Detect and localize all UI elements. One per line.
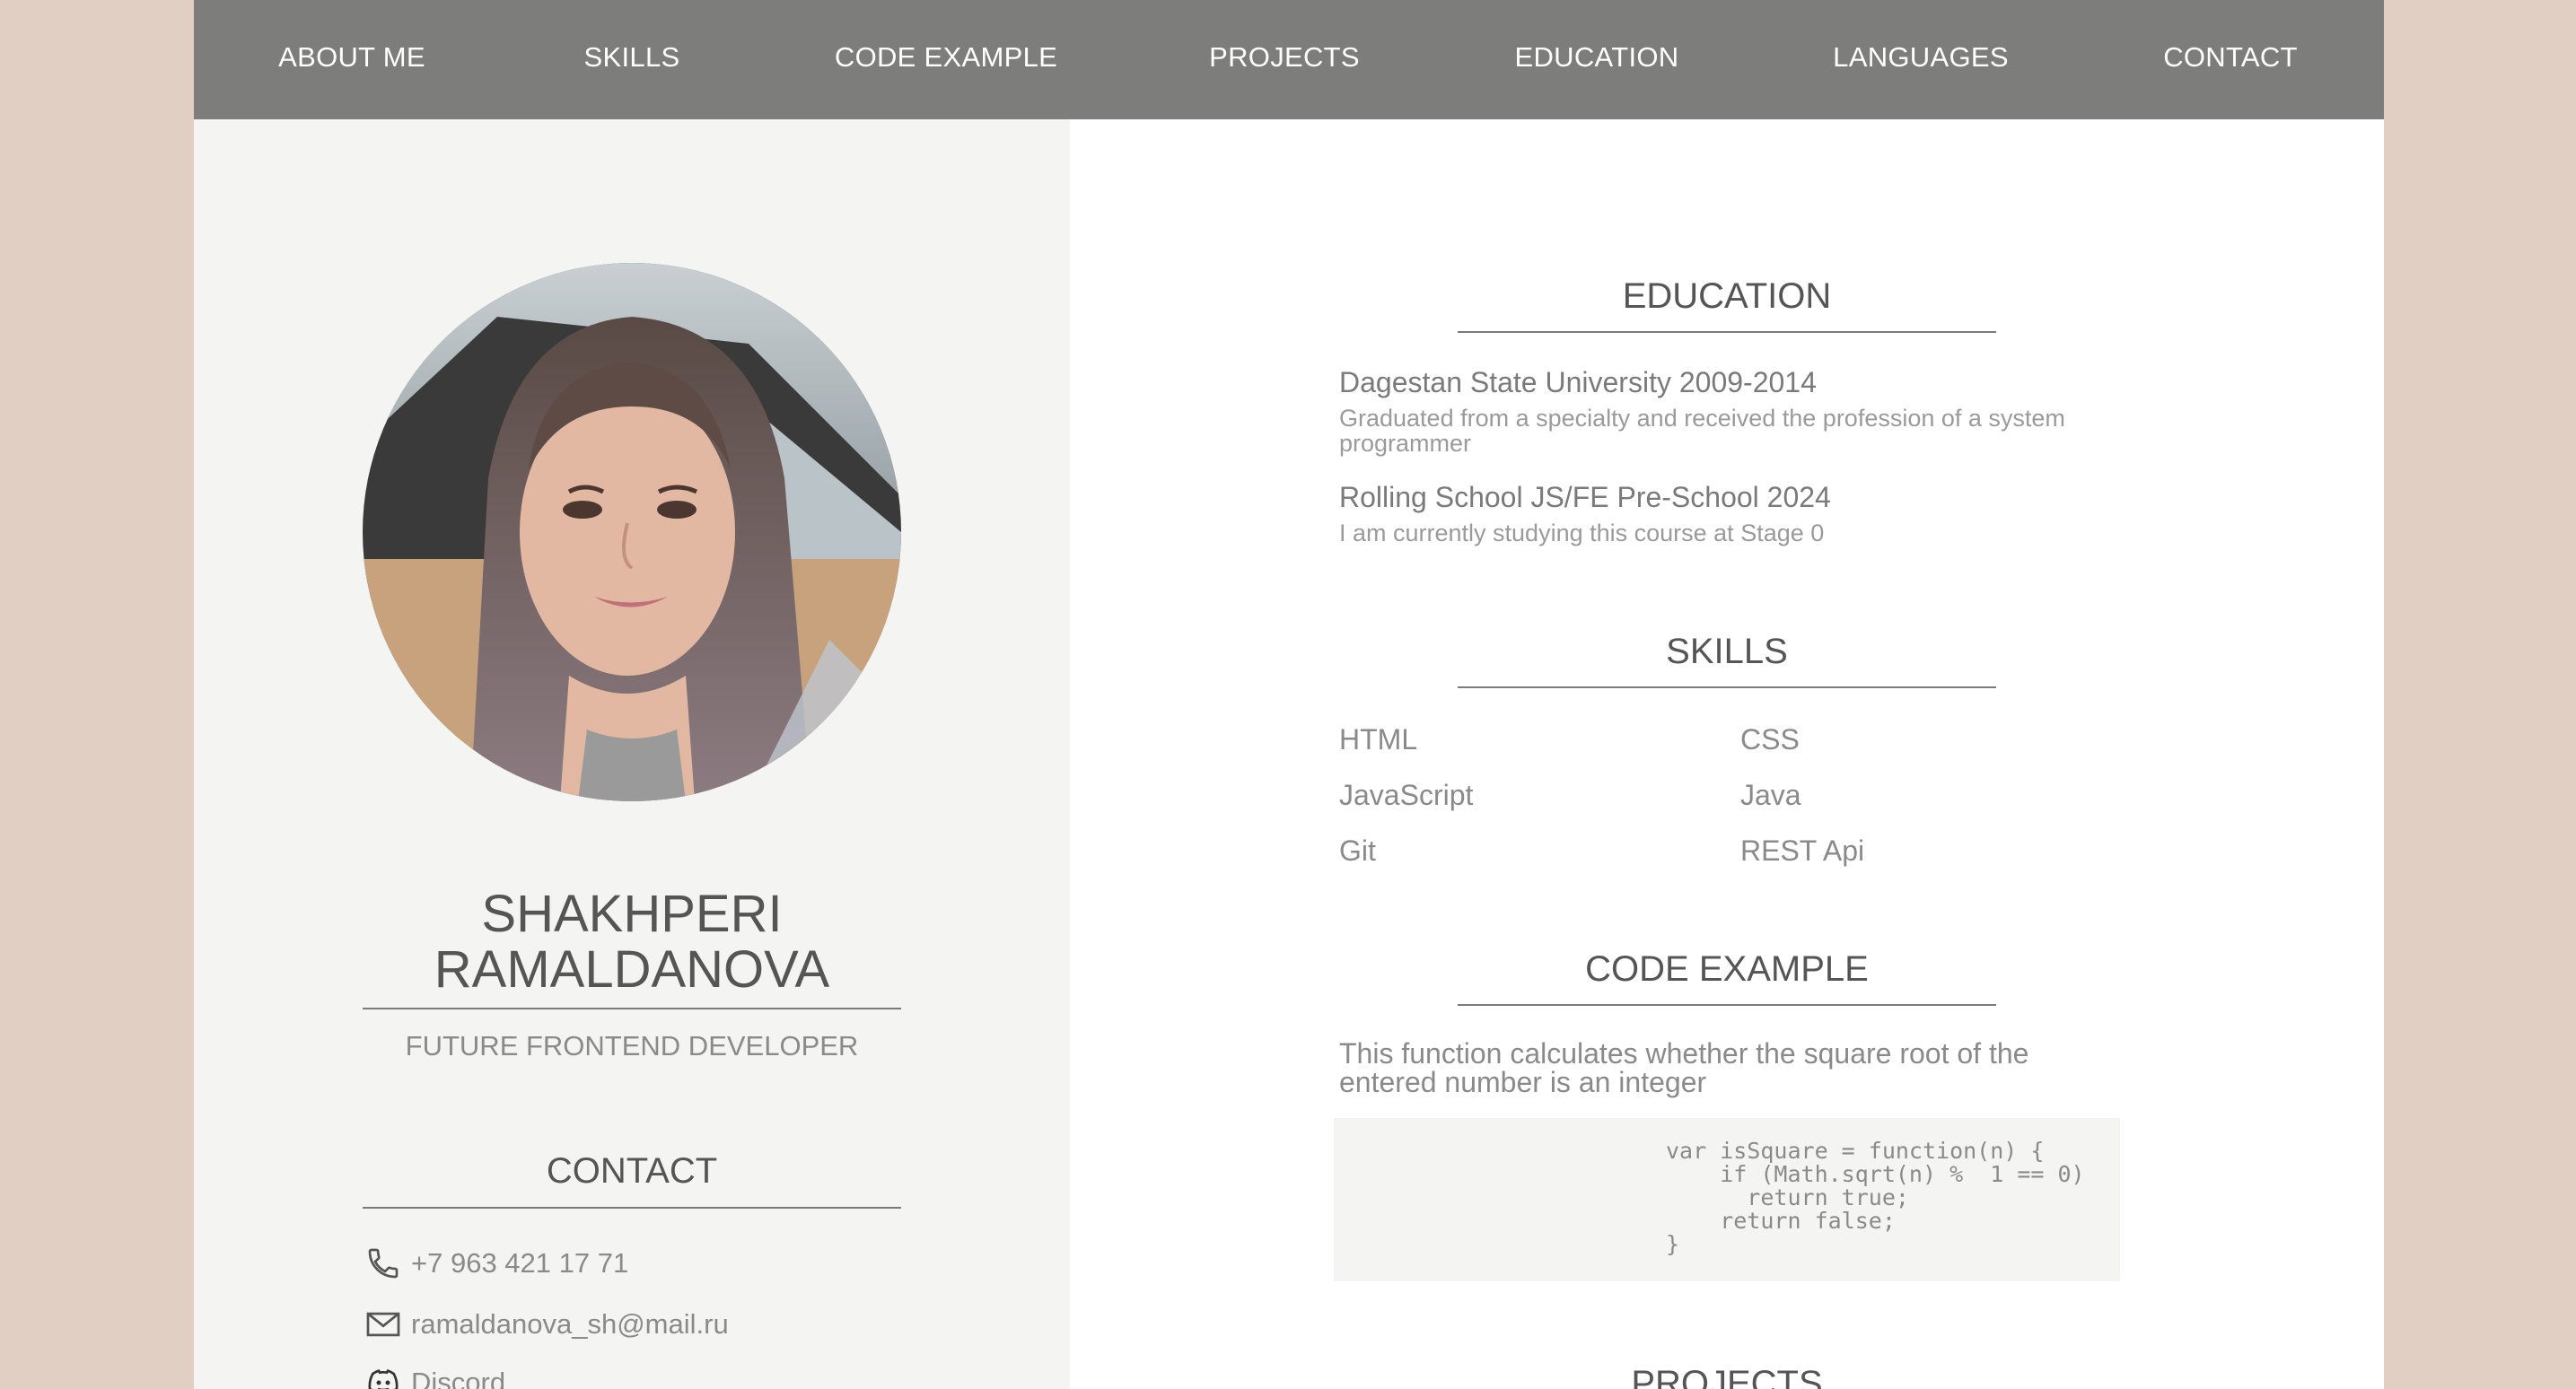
avatar-photo [363, 263, 901, 801]
nav-item-contact[interactable]: CONTACT [2163, 0, 2298, 119]
contact-discord-text: Discord [411, 1367, 506, 1389]
education-item-desc: I am currently studying this course at S… [1339, 520, 1825, 546]
discord-icon [363, 1362, 404, 1389]
profile-name-last: RAMALDANOVA [434, 940, 830, 999]
contact-discord[interactable]: Discord [363, 1360, 505, 1389]
contact-divider [363, 1207, 901, 1209]
nav-item-languages[interactable]: LANGUAGES [1833, 0, 2009, 119]
phone-icon [363, 1243, 404, 1284]
top-nav: ABOUT ME SKILLS CODE EXAMPLE PROJECTS ED… [194, 0, 2384, 119]
profile-sidebar: SHAKHPERI RAMALDANOVA FUTURE FRONTEND DE… [194, 119, 1070, 1389]
nav-item-about-me[interactable]: ABOUT ME [278, 0, 425, 119]
projects-title: PROJECTS [1631, 1364, 1823, 1389]
profile-role: FUTURE FRONTEND DEVELOPER [405, 1030, 859, 1061]
mail-icon [363, 1304, 404, 1345]
nav-item-education[interactable]: EDUCATION [1515, 0, 1679, 119]
contact-phone-text: +7 963 421 17 71 [411, 1247, 629, 1279]
skill-item: Java [1740, 779, 1801, 811]
education-item-title: Dagestan State University 2009-2014 [1339, 366, 1817, 398]
education-item-title: Rolling School JS/FE Pre-School 2024 [1339, 481, 1831, 513]
education-divider [1458, 331, 1996, 333]
profile-name-first: SHAKHPERI [481, 885, 783, 943]
name-divider [363, 1008, 901, 1009]
nav-item-projects[interactable]: PROJECTS [1209, 0, 1360, 119]
nav-item-code-example[interactable]: CODE EXAMPLE [835, 0, 1057, 119]
avatar [363, 263, 901, 801]
skill-item: JavaScript [1339, 779, 1474, 811]
education-title: EDUCATION [1622, 276, 1832, 316]
skills-divider [1458, 686, 1996, 688]
code-example-title: CODE EXAMPLE [1585, 949, 1869, 989]
resume-page: ABOUT ME SKILLS CODE EXAMPLE PROJECTS ED… [194, 0, 2384, 1389]
skills-title: SKILLS [1666, 632, 1788, 671]
code-example-divider [1458, 1004, 1996, 1006]
education-item-desc: Graduated from a specialty and received … [1339, 405, 2065, 457]
contact-phone[interactable]: +7 963 421 17 71 [363, 1241, 628, 1286]
skill-item: CSS [1740, 723, 1800, 756]
skill-item: REST Api [1740, 834, 1865, 867]
contact-email[interactable]: ramaldanova_sh@mail.ru [363, 1302, 729, 1347]
skill-item: HTML [1339, 723, 1418, 756]
contact-title: CONTACT [546, 1151, 718, 1191]
nav-item-skills[interactable]: SKILLS [584, 0, 680, 119]
profile-name: SHAKHPERI RAMALDANOVA [363, 887, 901, 998]
code-block: var isSquare = function(n) { if (Math.sq… [1334, 1118, 2120, 1281]
skill-item: Git [1339, 834, 1376, 867]
code-example-desc: This function calculates whether the squ… [1339, 1037, 2029, 1098]
contact-email-text: ramaldanova_sh@mail.ru [411, 1308, 729, 1340]
code-text: var isSquare = function(n) { if (Math.sq… [1666, 1138, 2085, 1257]
